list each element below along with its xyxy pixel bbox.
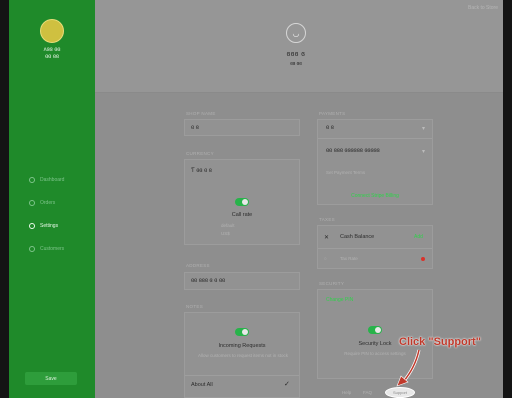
security-lock-toggle[interactable] bbox=[368, 326, 382, 334]
payment-value[interactable]: ɞɞ ɞɞɞ ɞɞɞɞɞɞ ɞɞɞɞɞ bbox=[326, 148, 380, 154]
shop-subtitle: ɞɞ ɞɞ bbox=[290, 61, 302, 67]
divider bbox=[318, 138, 432, 139]
section-label: PAYMENTS bbox=[319, 111, 346, 116]
user-name: ʌɞɞ ɞɞ ɞɞ ɞɞ bbox=[17, 47, 87, 61]
chevron-down-icon[interactable]: ▾ bbox=[422, 125, 425, 132]
annotation-text: Click "Support" bbox=[399, 336, 481, 348]
header: Back to Store ◡ ɞɞɞ ɞ ɞɞ ɞɞ bbox=[95, 0, 503, 93]
section-label: SHOP NAME bbox=[186, 111, 216, 116]
taxes-card: ✕ Cash Balance Add ○ Tax Rate bbox=[317, 225, 433, 269]
user-name-line1: ʌɞɞ ɞɞ bbox=[43, 47, 61, 53]
currency-card: Ƭ ɞɞ ɞ ɞ Call rate default US$ bbox=[184, 159, 300, 245]
payments-card: ɞ ɞ ▾ ɞɞ ɞɞɞ ɞɞɞɞɞɞ ɞɞɞɞɞ ▾ Set Payment … bbox=[317, 119, 433, 205]
address-field[interactable]: ɞɞ ɞɞɞ ɞ ɞ ɞɞ bbox=[184, 272, 300, 290]
annotation-arrow-icon bbox=[396, 349, 421, 387]
call-rate-toggle[interactable] bbox=[235, 198, 249, 206]
sidebar-item-label: Dashboard bbox=[40, 177, 65, 183]
currency-value[interactable]: Ƭ ɞɞ ɞ ɞ bbox=[191, 168, 212, 174]
app-frame: ʌɞɞ ɞɞ ɞɞ ɞɞ Dashboard Orders Settings C… bbox=[9, 0, 503, 398]
incoming-requests-label: Incoming Requests bbox=[218, 343, 266, 349]
cash-balance-label: Cash Balance bbox=[340, 234, 375, 240]
connect-billing-link[interactable]: Connect Stripe Billing bbox=[318, 193, 432, 199]
shop-logo-icon[interactable]: ◡ bbox=[286, 23, 306, 43]
section-label: CURRENCY bbox=[186, 151, 214, 156]
notes-card: Incoming Requests Allow customers to req… bbox=[184, 312, 300, 398]
customers-icon bbox=[29, 246, 35, 252]
user-name-line2: ɞɞ ɞɞ bbox=[45, 54, 59, 60]
sidebar: ʌɞɞ ɞɞ ɞɞ ɞɞ Dashboard Orders Settings C… bbox=[9, 0, 95, 398]
cash-add-link[interactable]: Add bbox=[414, 234, 423, 240]
payment-hint: Set Payment Terms bbox=[326, 170, 366, 175]
divider bbox=[318, 248, 432, 249]
about-all-label[interactable]: About All bbox=[191, 382, 213, 388]
sidebar-item-settings[interactable]: Settings bbox=[29, 221, 89, 231]
sidebar-item-dashboard[interactable]: Dashboard bbox=[29, 175, 89, 185]
cash-icon: ✕ bbox=[324, 235, 330, 241]
section-label: ADDRESS bbox=[186, 263, 210, 268]
avatar[interactable] bbox=[40, 19, 64, 43]
divider bbox=[185, 375, 299, 376]
call-rate-label: Call rate bbox=[231, 212, 253, 218]
alert-dot bbox=[421, 257, 425, 261]
sidebar-item-label: Settings bbox=[40, 223, 59, 229]
section-label: TAXES bbox=[319, 217, 335, 222]
sidebar-item-customers[interactable]: Customers bbox=[29, 244, 89, 254]
change-pin-link[interactable]: Change PIN bbox=[326, 297, 353, 303]
back-to-store-link[interactable]: Back to Store bbox=[468, 5, 498, 11]
chevron-down-icon[interactable]: ▾ bbox=[422, 148, 425, 155]
save-button[interactable]: Save bbox=[25, 372, 77, 385]
orders-icon bbox=[29, 200, 35, 206]
help-link[interactable]: Help bbox=[342, 390, 351, 395]
payment-value[interactable]: ɞ ɞ bbox=[326, 125, 334, 131]
faq-link[interactable]: FAQ bbox=[363, 390, 372, 395]
gear-icon bbox=[29, 223, 35, 229]
checkmark-icon: ✓ bbox=[284, 381, 290, 388]
call-rate-detail: US$ bbox=[221, 231, 230, 236]
shop-name: ɞɞɞ ɞ bbox=[286, 51, 306, 58]
incoming-requests-hint: Allow customers to request items not in … bbox=[197, 353, 289, 358]
incoming-requests-toggle[interactable] bbox=[235, 328, 249, 336]
section-label: SECURITY bbox=[319, 281, 345, 286]
section-label: NOTES bbox=[186, 304, 204, 309]
sidebar-item-label: Customers bbox=[40, 246, 65, 252]
shop-name-value: ɞ ɞ bbox=[191, 125, 199, 131]
call-rate-detail: default bbox=[221, 223, 235, 228]
sidebar-item-orders[interactable]: Orders bbox=[29, 198, 89, 208]
dashboard-icon bbox=[29, 177, 35, 183]
address-value: ɞɞ ɞɞɞ ɞ ɞ ɞɞ bbox=[191, 278, 226, 284]
tax-rate-label[interactable]: Tax Rate bbox=[340, 256, 358, 261]
sidebar-item-label: Orders bbox=[40, 200, 56, 206]
shop-name-field[interactable]: ɞ ɞ bbox=[184, 119, 300, 136]
tax-icon: ○ bbox=[324, 256, 327, 261]
